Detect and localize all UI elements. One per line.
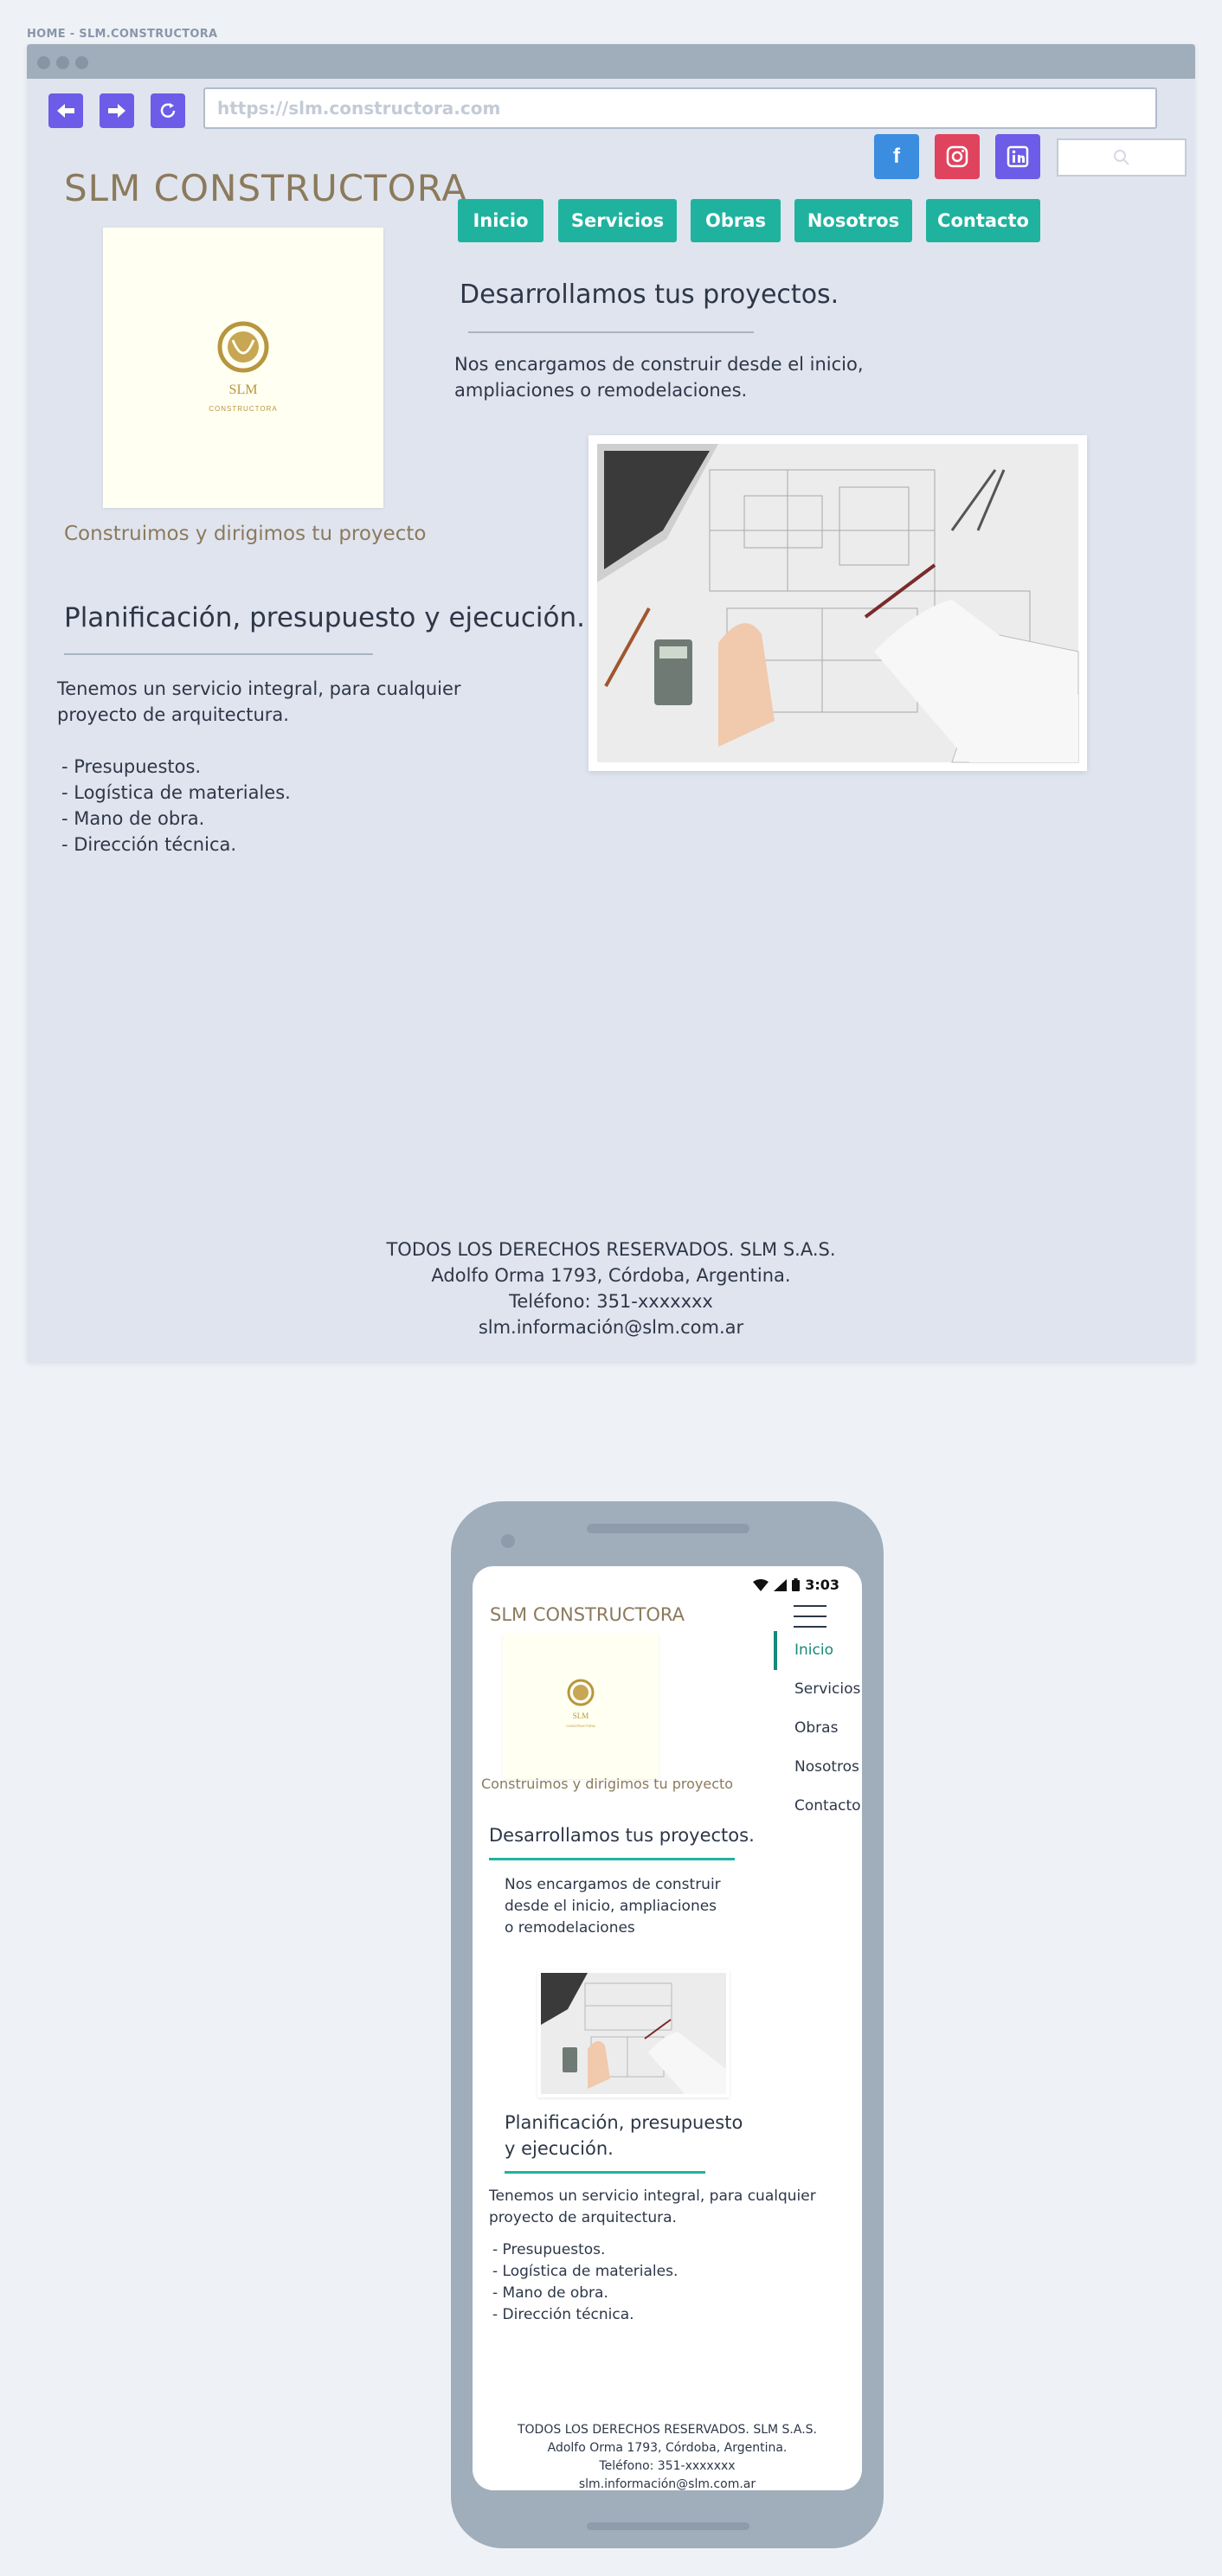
company-logo: SLM CONSTRUCTORA — [103, 228, 383, 508]
services-list: - Presupuestos. - Logística de materiale… — [61, 754, 291, 858]
site-brand-title[interactable]: SLM CONSTRUCTORA — [64, 167, 467, 209]
footer-phone: Teléfono: 351-xxxxxxx — [509, 1291, 713, 1312]
develop-text: Nos encargamos de construir desde el ini… — [454, 354, 864, 401]
site-search-input[interactable] — [1057, 138, 1187, 177]
mobile-develop-heading: Desarrollamos tus proyectos. — [489, 1825, 755, 1846]
forward-button[interactable] — [100, 93, 134, 128]
footer-address: Adolfo Orma 1793, Córdoba, Argentina. — [547, 2441, 788, 2455]
list-item: - Presupuestos. — [492, 2241, 606, 2258]
develop-divider — [468, 331, 754, 333]
mobile-nav-nosotros[interactable]: Nosotros — [774, 1748, 862, 1787]
mobile-blueprint-photo — [537, 1969, 730, 2097]
logo-sub-text: CONSTRUCTORA — [209, 405, 277, 413]
back-button[interactable] — [48, 93, 83, 128]
mobile-develop-divider — [489, 1858, 735, 1860]
phone-speaker — [587, 1524, 749, 1533]
phone-home-bar — [587, 2522, 749, 2530]
planning-divider — [64, 653, 373, 655]
footer-rights: TODOS LOS DERECHOS RESERVADOS. SLM S.A.S… — [386, 1239, 836, 1260]
linkedin-icon — [1007, 145, 1029, 168]
window-dot-icon[interactable] — [56, 56, 69, 69]
logo-mark-text: SLM — [229, 382, 258, 397]
mobile-company-logo: SLM CONSTRUCTORA — [503, 1634, 659, 1779]
mobile-brand-title[interactable]: SLM CONSTRUCTORA — [490, 1604, 685, 1625]
logo-mark-text: SLM — [573, 1712, 589, 1720]
mobile-planning-heading: Planificación, presupuesto y ejecución. — [505, 2112, 743, 2159]
list-item: - Dirección técnica. — [492, 2306, 634, 2323]
list-item: - Logística de materiales. — [61, 782, 291, 803]
browser-titlebar — [27, 44, 1195, 79]
mobile-footer: TODOS LOS DERECHOS RESERVADOS. SLM S.A.S… — [473, 2421, 862, 2490]
logo-sub-text: CONSTRUCTORA — [566, 1724, 595, 1728]
instagram-icon — [946, 145, 968, 168]
blueprint-photo — [588, 435, 1087, 771]
footer-address: Adolfo Orma 1793, Córdoba, Argentina. — [431, 1265, 791, 1286]
mobile-nav-contacto[interactable]: Contacto — [774, 1787, 862, 1826]
arrow-right-icon — [108, 104, 125, 118]
nav-contacto[interactable]: Contacto — [926, 199, 1040, 242]
nav-obras[interactable]: Obras — [691, 199, 781, 242]
nav-servicios[interactable]: Servicios — [558, 199, 677, 242]
nav-inicio[interactable]: Inicio — [458, 199, 543, 242]
list-item: - Mano de obra. — [61, 808, 205, 829]
camera-icon — [501, 1534, 515, 1548]
arrow-left-icon — [57, 104, 74, 118]
status-bar: 3:03 — [753, 1577, 839, 1593]
hamburger-menu-icon[interactable] — [794, 1605, 826, 1631]
mobile-nav-inicio[interactable]: Inicio — [774, 1631, 862, 1670]
facebook-button[interactable]: f — [874, 134, 919, 179]
instagram-button[interactable] — [935, 134, 980, 179]
window-dot-icon[interactable] — [75, 56, 88, 69]
signal-icon — [774, 1578, 788, 1591]
browser-window: https://slm.constructora.com f SLM CONST… — [27, 44, 1195, 1362]
linkedin-button[interactable] — [995, 134, 1040, 179]
mobile-nav-obras[interactable]: Obras — [774, 1709, 862, 1748]
wifi-icon — [753, 1578, 769, 1591]
search-icon — [1114, 150, 1129, 165]
site-footer: TODOS LOS DERECHOS RESERVADOS. SLM S.A.S… — [27, 1237, 1195, 1340]
window-dot-icon[interactable] — [37, 56, 50, 69]
url-input[interactable]: https://slm.constructora.com — [203, 87, 1157, 129]
footer-email[interactable]: slm.información@slm.com.ar — [473, 2476, 862, 2490]
list-item: - Mano de obra. — [492, 2284, 608, 2302]
footer-rights: TODOS LOS DERECHOS RESERVADOS. SLM S.A.S… — [517, 2423, 817, 2437]
breadcrumb: HOME - SLM.CONSTRUCTORA — [27, 28, 218, 41]
planning-text: Tenemos un servicio integral, para cualq… — [57, 678, 461, 725]
footer-phone: Teléfono: 351-xxxxxxx — [599, 2459, 736, 2473]
reload-button[interactable] — [151, 93, 185, 128]
mobile-planning-text: Tenemos un servicio integral, para cualq… — [489, 2187, 816, 2226]
tagline: Construimos y dirigimos tu proyecto — [64, 523, 427, 545]
phone-screen: 3:03 SLM CONSTRUCTORA SLM CONSTRUCTORA I… — [473, 1566, 862, 2490]
nav-nosotros[interactable]: Nosotros — [794, 199, 912, 242]
battery-icon — [792, 1578, 801, 1591]
status-time: 3:03 — [805, 1577, 839, 1593]
phone-frame: 3:03 SLM CONSTRUCTORA SLM CONSTRUCTORA I… — [451, 1501, 884, 2548]
mobile-tagline: Construimos y dirigimos tu proyecto — [481, 1776, 734, 1792]
mobile-nav-servicios[interactable]: Servicios — [774, 1670, 862, 1709]
mobile-develop-text: Nos encargamos de construir desde el ini… — [505, 1876, 721, 1937]
footer-email[interactable]: slm.información@slm.com.ar — [27, 1314, 1195, 1340]
develop-heading: Desarrollamos tus proyectos. — [460, 279, 839, 310]
list-item: - Logística de materiales. — [492, 2263, 679, 2280]
planning-heading: Planificación, presupuesto y ejecución. — [64, 602, 586, 633]
list-item: - Dirección técnica. — [61, 834, 237, 855]
mobile-planning-divider — [505, 2171, 705, 2174]
facebook-icon: f — [893, 145, 900, 168]
mobile-services-list: - Presupuestos. - Logística de materiale… — [492, 2239, 678, 2326]
list-item: - Presupuestos. — [61, 756, 202, 777]
mobile-nav-drawer: Inicio Servicios Obras Nosotros Contacto — [774, 1631, 862, 1856]
reload-icon — [160, 103, 176, 118]
